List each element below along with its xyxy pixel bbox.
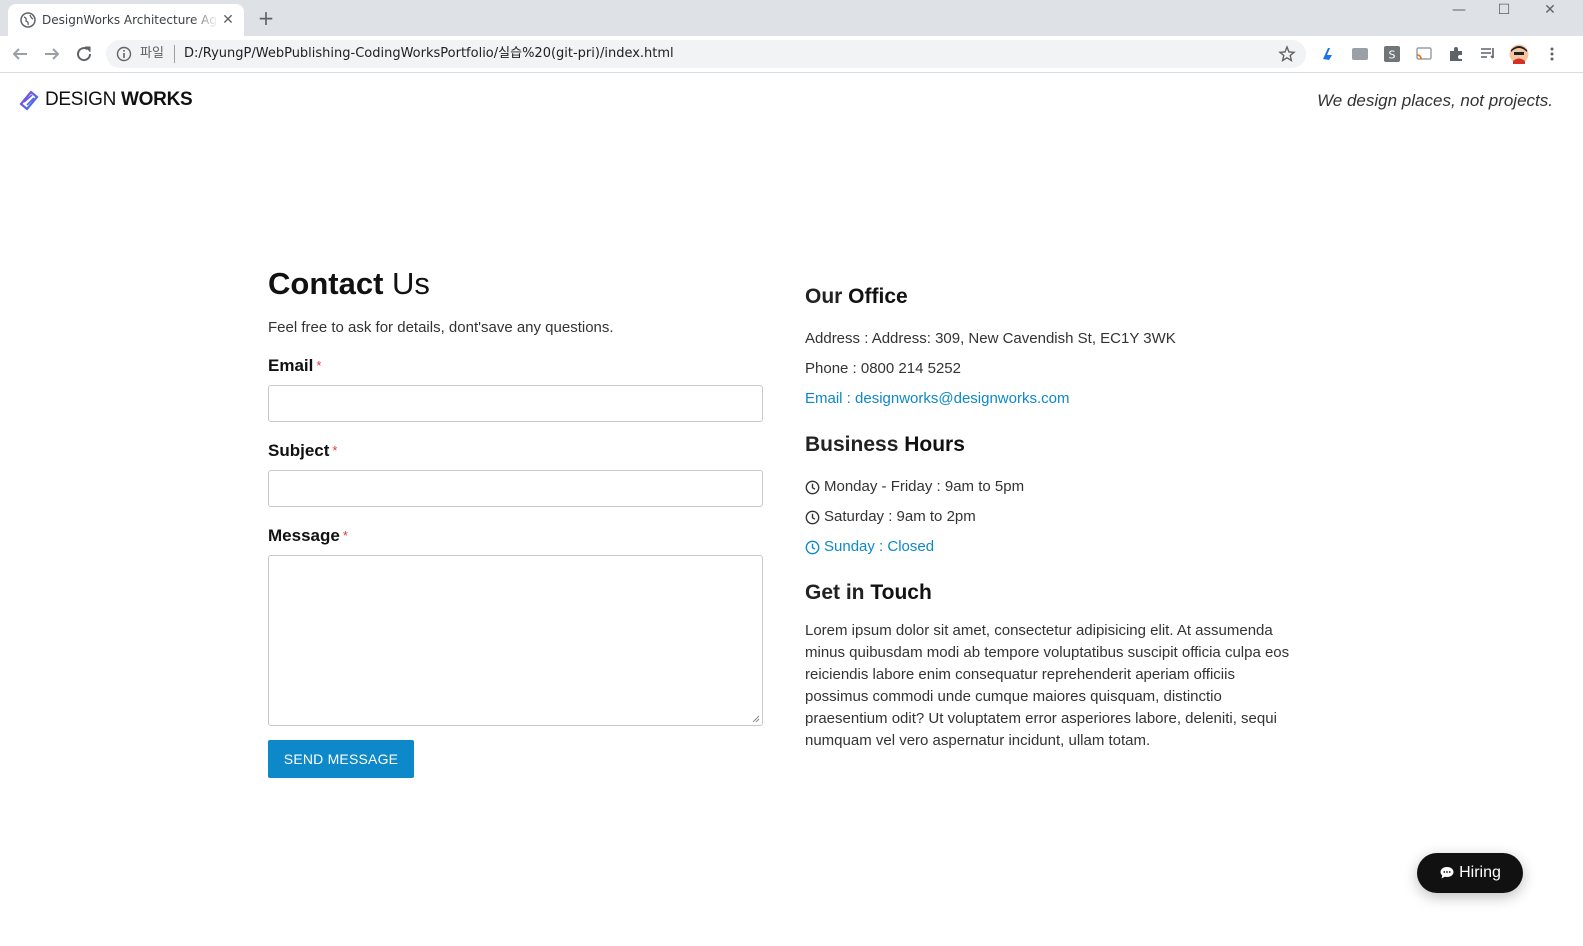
office-heading-bold: Office (848, 285, 908, 308)
touch-heading: Get in Touch (805, 578, 932, 608)
logo-mark-icon (19, 90, 39, 111)
contact-title: Contact Us (268, 262, 768, 306)
url-separator (174, 45, 175, 63)
profile-avatar-icon[interactable] (1509, 44, 1529, 64)
reading-list-icon[interactable] (1479, 45, 1497, 63)
required-mark: * (342, 528, 348, 543)
clock-icon (805, 510, 820, 524)
window-close-button[interactable]: ✕ (1527, 0, 1573, 30)
more-menu-icon[interactable] (1543, 45, 1561, 63)
tagline: We design places, not projects. (1317, 91, 1553, 110)
globe-icon (20, 12, 36, 28)
logo-text-light: DESIGN (45, 89, 122, 110)
address-bar[interactable]: 파일 D:/RyungP/WebPublishing-CodingWorksPo… (106, 40, 1306, 68)
contact-form-section: Contact Us Feel free to ask for details,… (268, 262, 768, 778)
extensions-puzzle-icon[interactable] (1447, 45, 1465, 63)
required-mark: * (316, 358, 322, 373)
message-label-text: Message (268, 526, 340, 545)
new-tab-button[interactable]: + (256, 8, 276, 28)
email-label: Email * (268, 356, 321, 376)
hours-sunday: Sunday : Closed (805, 537, 934, 557)
hours-heading: Business Hours (805, 430, 965, 460)
hours-heading-light: Business (805, 433, 905, 456)
browser-tab-strip: DesignWorks Architecture Agency ✕ + — ☐ … (0, 0, 1583, 36)
bookmark-star-icon[interactable] (1278, 45, 1296, 63)
hours-saturday: Saturday : 9am to 2pm (805, 507, 976, 527)
office-heading-light: Our (805, 285, 849, 308)
touch-heading-bold: Touch (870, 581, 932, 604)
hours-weekdays-text: Monday - Friday : 9am to 5pm (824, 478, 1025, 495)
subject-input[interactable] (268, 470, 763, 507)
hours-weekdays: Monday - Friday : 9am to 5pm (805, 477, 1024, 497)
window-minimize-button[interactable]: — (1436, 0, 1482, 30)
contact-title-light: Us (383, 266, 430, 301)
hiring-label: Hiring (1459, 864, 1501, 881)
site-header: DESIGN WORKS We design places, not proje… (0, 73, 1583, 129)
hours-heading-bold: Hours (904, 433, 965, 456)
clock-icon (805, 540, 820, 554)
chat-bubble-icon (1440, 867, 1454, 879)
office-heading: Our Office (805, 282, 908, 312)
subject-label: Subject * (268, 441, 337, 461)
touch-heading-light: Get in (805, 581, 871, 604)
contact-description: Feel free to ask for details, dont'save … (268, 319, 614, 336)
email-label-text: Email (268, 356, 314, 375)
extension-grey-box-icon[interactable] (1351, 45, 1369, 63)
resize-grip-icon[interactable] (752, 715, 760, 723)
office-phone: Phone : 0800 214 5252 (805, 360, 961, 377)
required-mark: * (332, 443, 338, 458)
browser-toolbar: 파일 D:/RyungP/WebPublishing-CodingWorksPo… (0, 36, 1583, 73)
url-scheme-label: 파일 (140, 46, 164, 61)
site-logo[interactable]: DESIGN WORKS (18, 89, 193, 111)
forward-arrow-icon[interactable] (40, 42, 64, 66)
reload-icon[interactable] (72, 42, 96, 66)
browser-tab[interactable]: DesignWorks Architecture Agency ✕ (8, 4, 244, 36)
hours-sunday-text: Sunday : Closed (824, 538, 935, 555)
contact-title-bold: Contact (268, 266, 384, 301)
info-icon[interactable] (116, 46, 132, 62)
hiring-button[interactable]: Hiring (1417, 853, 1523, 893)
extension-s-icon[interactable]: S (1383, 45, 1401, 63)
url-text[interactable]: D:/RyungP/WebPublishing-CodingWorksPortf… (184, 46, 674, 62)
tab-title: DesignWorks Architecture Agency (42, 13, 218, 27)
touch-body: Lorem ipsum dolor sit amet, consectetur … (805, 622, 1290, 749)
clock-icon (805, 480, 820, 494)
message-textarea[interactable] (268, 555, 763, 726)
message-label: Message * (268, 526, 348, 546)
email-input[interactable] (268, 385, 763, 422)
office-email-link[interactable]: Email : designworks@designworks.com (805, 389, 1070, 409)
logo-text-bold: WORKS (121, 89, 193, 110)
window-maximize-button[interactable]: ☐ (1481, 0, 1527, 30)
extension-blue-icon[interactable] (1319, 45, 1337, 63)
send-message-button[interactable]: SEND MESSAGE (268, 740, 414, 778)
logo-text: DESIGN WORKS (45, 89, 193, 111)
extension-cast-icon[interactable] (1415, 45, 1433, 63)
tab-close-icon[interactable]: ✕ (220, 12, 236, 28)
svg-text:S: S (1389, 49, 1396, 62)
hours-saturday-text: Saturday : 9am to 2pm (824, 508, 976, 525)
subject-label-text: Subject (268, 441, 330, 460)
office-address: Address : Address: 309, New Cavendish St… (805, 330, 1176, 347)
back-arrow-icon[interactable] (8, 42, 32, 66)
